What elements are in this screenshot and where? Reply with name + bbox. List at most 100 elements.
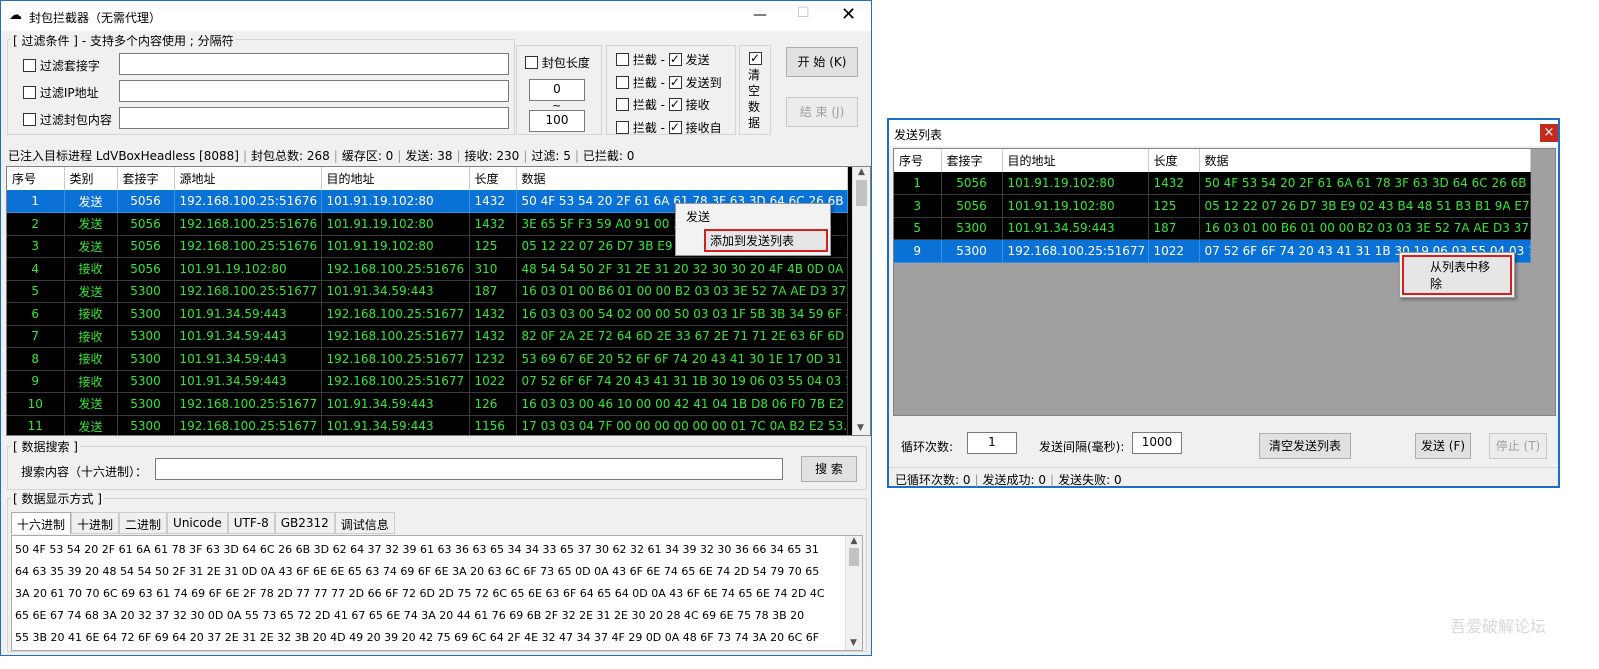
tab-debug[interactable]: 调试信息: [334, 512, 395, 534]
filter-socket[interactable]: 过滤套接字: [23, 57, 100, 74]
intercept-checkbox[interactable]: [616, 53, 629, 66]
table-row[interactable]: 11 发送 5300 192.168.100.25:51677 101.91.34.59…: [7, 415, 848, 435]
recv-checkbox[interactable]: [668, 96, 682, 112]
length-min-input[interactable]: 0: [529, 79, 585, 101]
minimize-icon[interactable]: —: [753, 7, 767, 23]
col-header[interactable]: 源地址: [174, 167, 322, 190]
col-header[interactable]: 数据: [1199, 149, 1531, 172]
clear-send-list-button[interactable]: 清空发送列表: [1259, 433, 1351, 459]
cell-index: 8: [7, 347, 65, 371]
cell-index: 5: [7, 280, 65, 303]
menu-add-to-send-list[interactable]: 添加到发送列表: [704, 229, 828, 252]
cell-socket: 5300: [117, 347, 175, 371]
filter-content-checkbox[interactable]: [23, 113, 36, 126]
tab-unicode[interactable]: Unicode: [167, 512, 228, 534]
col-header[interactable]: 序号: [894, 149, 942, 172]
filter-socket-checkbox[interactable]: [23, 59, 36, 72]
length-checkbox[interactable]: [525, 56, 538, 69]
tab-utf8[interactable]: UTF-8: [227, 512, 275, 534]
packet-table-scrollbar[interactable]: ▲ ▼: [852, 167, 870, 435]
filter-socket-input[interactable]: [119, 53, 509, 75]
filter-ip-input[interactable]: [119, 80, 509, 102]
filter-content-input[interactable]: [119, 107, 509, 129]
length-max-input[interactable]: 100: [529, 110, 585, 132]
col-header[interactable]: 目的地址: [1002, 149, 1149, 172]
cell-type: 发送: [64, 415, 118, 435]
send-button[interactable]: 发送 (F): [1415, 433, 1471, 459]
hex-line: 50 4F 53 54 20 2F 61 6A 61 78 3F 63 3D 6…: [15, 543, 819, 556]
intercept-row-recv[interactable]: 拦截 - 接收: [616, 96, 741, 119]
send-interval-input[interactable]: 1000: [1132, 432, 1182, 454]
cell-dst: 192.168.100.25:51677: [321, 370, 470, 393]
col-header[interactable]: 套接字: [941, 149, 1003, 172]
table-row[interactable]: 9 接收 5300 101.91.34.59:443 192.168.100.25:51…: [7, 370, 848, 393]
table-row[interactable]: 8 接收 5300 101.91.34.59:443 192.168.100.25:51…: [7, 347, 848, 371]
cell-type: 接收: [64, 347, 118, 371]
filter-content[interactable]: 过滤封包内容: [23, 111, 112, 128]
filter-ip-checkbox[interactable]: [23, 86, 36, 99]
send-checkbox[interactable]: [668, 51, 682, 67]
col-header[interactable]: 目的地址: [321, 167, 470, 190]
col-header[interactable]: 类别: [64, 167, 118, 190]
scroll-down-icon[interactable]: ▼: [857, 423, 864, 433]
cell-dst: 101.91.19.102:80: [1002, 172, 1149, 195]
scroll-up-icon[interactable]: ▲: [846, 536, 862, 546]
table-row[interactable]: 6 接收 5300 101.91.34.59:443 192.168.100.25:51…: [7, 302, 848, 326]
menu-send[interactable]: 发送: [676, 204, 830, 229]
tab-dec[interactable]: 十进制: [71, 512, 120, 534]
col-header[interactable]: 数据: [516, 167, 848, 190]
send-list-row[interactable]: 5 5300 101.91.34.59:443 187 16 03 01 00 B6 0…: [894, 217, 1531, 240]
intercept-checkbox[interactable]: [616, 120, 629, 134]
intercept-row-sendto[interactable]: 拦截 - 发送到: [616, 74, 741, 97]
intercept-label: 拦截 -: [632, 53, 665, 67]
hex-scrollbar[interactable]: ▲ ▼: [845, 536, 862, 650]
maximize-icon[interactable]: ☐: [797, 5, 810, 21]
send-list-close-icon[interactable]: ×: [1540, 124, 1558, 142]
intercept-checkbox[interactable]: [616, 98, 629, 111]
stop-button[interactable]: 停止 (T): [1489, 433, 1547, 459]
table-row[interactable]: 10 发送 5300 192.168.100.25:51677 101.91.34.59…: [7, 392, 848, 416]
search-input[interactable]: [155, 458, 783, 480]
scroll-thumb[interactable]: [856, 180, 867, 206]
tab-bin[interactable]: 二进制: [119, 512, 168, 534]
send-list-status-bar: 已循环次数: 0 | 发送成功: 0 | 发送失败: 0: [889, 467, 1558, 488]
clear-data-label[interactable]: 清空数据: [748, 67, 762, 131]
send-list-window: 发送列表 × 序号 套接字 目的地址 长度 数据 1 5056 101.91.19.…: [887, 118, 1560, 488]
col-header[interactable]: 长度: [1148, 149, 1200, 172]
hex-line: 64 63 35 39 20 48 54 54 50 2F 31 2E 31 0…: [15, 565, 820, 578]
col-header[interactable]: 序号: [7, 167, 65, 190]
table-row[interactable]: 4 接收 5056 101.91.19.102:80 192.168.100.25:51…: [7, 257, 848, 281]
hex-view[interactable]: 50 4F 53 54 20 2F 61 6A 61 78 3F 63 3D 6…: [11, 535, 863, 651]
cell-type: 接收: [64, 302, 118, 326]
loop-count-input[interactable]: 1: [967, 432, 1017, 454]
send-list-row[interactable]: 3 5056 101.91.19.102:80 125 05 12 22 07 26 D…: [894, 194, 1531, 218]
tab-gb2312[interactable]: GB2312: [274, 512, 335, 534]
scroll-thumb[interactable]: [849, 548, 859, 566]
table-row[interactable]: 7 接收 5300 101.91.34.59:443 192.168.100.25:51…: [7, 325, 848, 348]
table-row[interactable]: 5 发送 5300 192.168.100.25:51677 101.91.34.59:…: [7, 280, 848, 303]
col-header[interactable]: 套接字: [117, 167, 175, 190]
cell-src: 192.168.100.25:51676: [174, 235, 322, 258]
col-header[interactable]: 长度: [469, 167, 517, 190]
sendto-checkbox[interactable]: [668, 74, 682, 90]
send-list-row[interactable]: 1 5056 101.91.19.102:80 1432 50 4F 53 54 20 …: [894, 172, 1531, 195]
start-button[interactable]: 开 始 (K): [786, 47, 858, 77]
search-button[interactable]: 搜 索: [801, 456, 857, 482]
tab-hex[interactable]: 十六进制: [11, 512, 72, 534]
packet-interceptor-window: ☁ 封包拦截器（无需代理） — ☐ ✕ [ 过滤条件 ] - 支持多个内容使用 …: [0, 0, 872, 656]
cell-index: 3: [7, 235, 65, 258]
menu-remove-from-list[interactable]: 从列表中移除: [1402, 255, 1512, 295]
app-icon: ☁: [9, 8, 22, 23]
cell-dst: 101.91.19.102:80: [321, 212, 470, 236]
scroll-up-icon[interactable]: ▲: [853, 167, 870, 177]
intercept-row-send[interactable]: 拦截 - 发送: [616, 51, 741, 74]
intercept-checkbox[interactable]: [616, 75, 629, 89]
scroll-down-icon[interactable]: ▼: [850, 638, 857, 648]
close-icon[interactable]: ✕: [841, 4, 856, 25]
end-button[interactable]: 结 束 (J): [786, 97, 858, 127]
intercept-row-recvfrom[interactable]: 拦截 - 接收自: [616, 119, 741, 142]
recvfrom-checkbox[interactable]: [668, 119, 682, 135]
clear-data-checkbox[interactable]: [749, 50, 762, 66]
length-filter[interactable]: 封包长度: [525, 54, 590, 71]
filter-ip[interactable]: 过滤IP地址: [23, 84, 99, 101]
